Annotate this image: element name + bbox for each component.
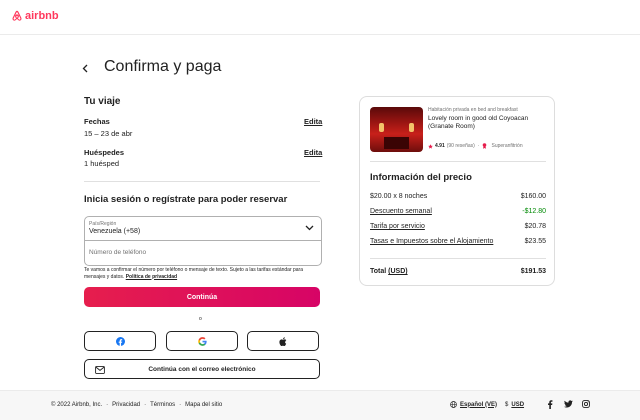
phone-form: País/Región Venezuela (+58) <box>84 216 322 266</box>
photo-table <box>384 137 409 149</box>
price-row-total: Total (USD) $191.53 <box>370 268 546 275</box>
brand-name: airbnb <box>25 10 59 22</box>
footer-dot: · <box>106 402 109 408</box>
price-label[interactable]: Tarifa por servicio <box>370 223 425 230</box>
dates-label: Fechas <box>84 117 110 126</box>
card-divider-bottom <box>370 258 546 259</box>
apple-login-button[interactable] <box>247 331 319 351</box>
edit-dates-link[interactable]: Edita <box>304 117 322 126</box>
sms-disclaimer: Te vamos a confirmar el número por teléf… <box>84 267 320 280</box>
footer-dot: · <box>179 402 182 408</box>
review-count: (90 reseñas) <box>446 143 475 149</box>
disclaimer-text: Te vamos a confirmar el número por teléf… <box>84 267 304 280</box>
listing-type: Habitación privada en bed and breakfast <box>428 107 518 113</box>
country-label: País/Región <box>89 221 117 227</box>
divider <box>84 181 320 182</box>
airbnb-logo[interactable]: airbnb <box>11 10 59 22</box>
price-label[interactable]: Descuento semanal <box>370 208 432 215</box>
dates-value: 15 – 23 de abr <box>84 129 133 138</box>
apple-icon <box>279 336 287 346</box>
star-icon <box>428 143 433 149</box>
photo-lamp-left <box>379 123 384 132</box>
terms-link[interactable]: Términos <box>150 402 175 408</box>
rating-value: 4.91 <box>435 143 445 149</box>
total-label: Total (USD) <box>370 268 408 275</box>
privacy-policy-link[interactable]: Política de privacidad <box>126 274 177 280</box>
top-bar: airbnb <box>0 0 640 35</box>
total-text: Total <box>370 268 387 275</box>
price-row-discount: Descuento semanal -$12.80 <box>370 208 546 215</box>
chevron-left-icon <box>82 64 88 73</box>
listing-name: Lovely room in good old Coyoacan (Granat… <box>428 115 529 130</box>
language-selector[interactable]: Español (VE) <box>460 402 497 408</box>
facebook-icon <box>115 336 125 346</box>
price-value: -$12.80 <box>522 208 546 215</box>
footer-dot: · <box>144 402 147 408</box>
footer-links: © 2022 Airbnb, Inc. · Privacidad · Térmi… <box>51 402 226 408</box>
facebook-login-button[interactable] <box>84 331 156 351</box>
email-login-button[interactable]: Continúa con el correo electrónico <box>84 359 320 379</box>
currency-selector[interactable]: USD <box>511 402 524 408</box>
continue-button[interactable]: Continúa <box>84 287 320 307</box>
superhost-badge: Superanfitrión <box>491 143 523 149</box>
instagram-icon[interactable] <box>582 400 590 408</box>
footer-preferences: Español (VE) $ USD <box>450 401 524 408</box>
superhost-icon <box>483 143 487 149</box>
phone-number-input[interactable] <box>85 241 321 264</box>
price-row-taxes: Tasas e Impuestos sobre el Alojamiento $… <box>370 238 546 245</box>
page-title: Confirma y paga <box>104 58 222 75</box>
listing-rating: 4.91 (90 reseñas) · Superanfitrión <box>428 143 523 149</box>
price-summary-card: Habitación privada en bed and breakfast … <box>359 96 555 286</box>
country-value: Venezuela (+58) <box>89 228 141 235</box>
price-value: $160.00 <box>520 193 546 200</box>
globe-icon <box>450 401 457 408</box>
back-button[interactable] <box>82 61 88 76</box>
facebook-icon[interactable] <box>547 400 553 409</box>
price-row-nights: $20.00 x 8 noches $160.00 <box>370 193 546 200</box>
total-value: $191.53 <box>520 268 546 275</box>
sitemap-link[interactable]: Mapa del sitio <box>185 402 222 408</box>
edit-guests-link[interactable]: Edita <box>304 148 322 157</box>
google-login-button[interactable] <box>166 331 238 351</box>
airbnb-logo-icon <box>12 10 22 21</box>
guests-label: Huéspedes <box>84 148 125 157</box>
total-currency[interactable]: (USD) <box>388 268 407 275</box>
price-heading: Información del precio <box>370 172 472 183</box>
price-label[interactable]: Tasas e Impuestos sobre el Alojamiento <box>370 238 493 245</box>
card-divider-top <box>370 161 546 162</box>
twitter-icon[interactable] <box>564 400 573 408</box>
listing-photo[interactable] <box>370 107 423 152</box>
copyright: © 2022 Airbnb, Inc. <box>51 402 103 408</box>
rating-separator: · <box>477 143 480 149</box>
mail-icon <box>95 366 105 374</box>
email-login-label: Continúa con el correo electrónico <box>148 365 256 373</box>
footer: © 2022 Airbnb, Inc. · Privacidad · Térmi… <box>0 390 640 420</box>
price-label: $20.00 x 8 noches <box>370 193 428 200</box>
guests-value: 1 huésped <box>84 159 120 168</box>
privacy-link[interactable]: Privacidad <box>112 402 140 408</box>
chevron-down-icon <box>305 225 314 231</box>
price-row-service-fee: Tarifa por servicio $20.78 <box>370 223 546 230</box>
google-icon <box>197 336 207 346</box>
or-divider: o <box>199 316 202 322</box>
login-heading: Inicia sesión o regístrate para poder re… <box>84 194 288 205</box>
price-value: $20.78 <box>524 223 546 230</box>
country-select[interactable]: País/Región Venezuela (+58) <box>85 217 321 241</box>
trip-heading: Tu viaje <box>84 96 121 107</box>
price-value: $23.55 <box>524 238 546 245</box>
photo-lamp-right <box>409 123 414 132</box>
currency-symbol: $ <box>505 401 509 408</box>
